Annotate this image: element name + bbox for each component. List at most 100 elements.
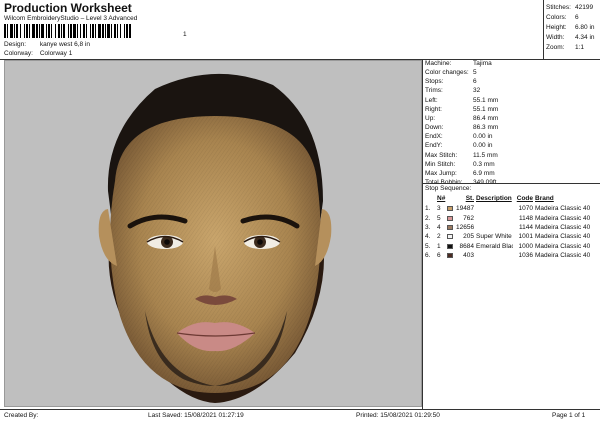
stitch-count: 205 [463, 233, 474, 241]
param-row: Color changes: 5 [425, 69, 477, 77]
needle-number: 5 [437, 214, 441, 222]
barcode-bar [126, 24, 128, 38]
barcode-bar [32, 24, 35, 38]
colorway-value: Colorway 1 [39, 50, 73, 57]
barcode-bar [117, 24, 118, 38]
color-swatch [447, 243, 456, 249]
stop-sequence-title: Stop Sequence: [425, 185, 472, 192]
param-row: Stops: 6 [425, 78, 477, 86]
needle-number: 4 [437, 223, 441, 231]
thread-description: Emerald Black [476, 242, 513, 250]
param-row: Max Stitch: 11.5 mm [425, 151, 498, 159]
table-row: 4. 2 205 Super White 1001 Madeira Classic 40 [425, 232, 597, 241]
color-swatch [447, 215, 456, 221]
design-value: kanye west 6,8 in [39, 41, 91, 48]
param-row: Down: 86.3 mm [425, 124, 499, 132]
param-row: EndX: 0.00 in [425, 133, 493, 141]
stitch-count: 19487 [456, 205, 475, 213]
param-row: EndY: 0.00 in [425, 142, 493, 150]
barcode-bar [80, 24, 81, 38]
param-row: Left: 55.1 mm [425, 96, 499, 104]
barcode-bar [29, 24, 30, 38]
stats-panel: Stitches: 42199 Colors: 6 Height: 6.80 in W… [546, 3, 595, 53]
stitch-count: 8684 [459, 242, 474, 250]
barcode-bar [98, 24, 101, 38]
color-swatch [447, 234, 456, 240]
barcode-bar [39, 24, 40, 38]
param-row: Machine: Tajima [425, 60, 492, 67]
table-row: 3. 4 12656 1144 Madeira Classic 40 [425, 223, 597, 232]
stitch-count: 403 [463, 252, 474, 260]
stat-zoom: Zoom: 1:1 [546, 43, 585, 51]
thread-code: 1001 [518, 233, 533, 241]
barcode-bar [14, 24, 15, 38]
thread-code: 1148 [519, 214, 533, 222]
design-row: Design: kanye west 6,8 in [4, 41, 90, 48]
stop-sequence-divider [422, 183, 600, 184]
barcode-bar [68, 24, 69, 38]
needle-number: 1 [437, 242, 441, 250]
barcode-bar [26, 24, 28, 38]
swatch-chip [447, 215, 453, 221]
barcode-bar [70, 24, 72, 38]
thread-brand: Madeira Classic 40 [535, 233, 591, 241]
row-index: 1. [425, 205, 431, 213]
footer-created-by: Created By: [4, 412, 39, 419]
param-row: Min Stitch: 0.3 mm [425, 160, 495, 168]
barcode-bar [83, 24, 85, 38]
thread-code: 1144 [519, 223, 533, 231]
barcode-bar [105, 24, 106, 38]
design-label: Design: [4, 41, 27, 48]
stat-height: Height: 6.80 in [546, 23, 595, 31]
barcode-bar [95, 24, 96, 38]
barcode-bar [4, 24, 6, 38]
table-row: 5. 1 8684Emerald Black 1000Madeira Classic … [425, 242, 597, 251]
barcode-bar [77, 24, 78, 38]
software-subtitle: Wilcom EmbroideryStudio – Level 3 Advanc… [4, 15, 138, 22]
color-swatch [447, 224, 456, 230]
stat-width: Width: 4.34 in [546, 33, 595, 41]
row-index: 2. [425, 214, 431, 222]
stat-colors: Colors: 6 [546, 13, 579, 21]
thread-brand: Madeira Classic 40 [535, 223, 591, 231]
barcode-bar [46, 24, 47, 38]
footer-page: Page 1 of 1 [552, 412, 586, 419]
machine-params: Machine: Tajima Color changes: 5 Stops: 6 T… [425, 59, 498, 187]
colorway-row: Colorway: Colorway 1 [4, 50, 72, 57]
thread-brand: Madeira Classic 40 [535, 242, 591, 250]
design-preview [4, 60, 422, 407]
barcode-bar [20, 24, 21, 38]
param-row: Right: 55.1 mm [425, 105, 499, 113]
swatch-chip [447, 243, 453, 249]
footer-last-saved: Last Saved: 15/08/2021 01:27:19 [148, 412, 244, 419]
colorway-label: Colorway: [4, 50, 33, 57]
param-row: Up: 86.4 mm [425, 114, 499, 122]
stat-stitches: Stitches: 42199 [546, 4, 594, 11]
table-row: 1. 3 19487 1070 Madeira Classic 40 [425, 204, 597, 213]
barcode-bar [107, 24, 110, 38]
barcode-bar [10, 24, 13, 38]
barcode-bar [61, 24, 62, 38]
needle-number: 2 [437, 233, 441, 241]
color-swatch [447, 206, 456, 212]
footer-printed: Printed: 15/08/2021 01:29:50 [356, 412, 440, 419]
barcode-bar [51, 24, 52, 38]
stitch-count: 12656 [456, 223, 475, 231]
needle-number: 3 [437, 205, 441, 213]
table-row: 6. 6 403 1036 Madeira Classic 40 [425, 251, 597, 260]
swatch-chip [447, 206, 453, 212]
barcode-number: 1 [183, 31, 187, 38]
needle-number: 6 [437, 252, 441, 260]
row-index: 3. [425, 223, 431, 231]
row-index: 4. [425, 233, 431, 241]
stats-divider [543, 0, 544, 59]
barcode-bar [102, 24, 104, 38]
row-index: 5. [425, 242, 431, 250]
swatch-chip [447, 224, 453, 230]
barcode-bar [16, 24, 18, 38]
table-row: 2. 5 762 1148 Madeira Classic 40 [425, 213, 597, 222]
thread-brand: Madeira Classic 40 [535, 214, 591, 222]
barcode-bar [124, 24, 125, 38]
stop-sequence-header: N# St. Description Code Brand [437, 195, 554, 202]
barcode-bar [24, 24, 25, 38]
